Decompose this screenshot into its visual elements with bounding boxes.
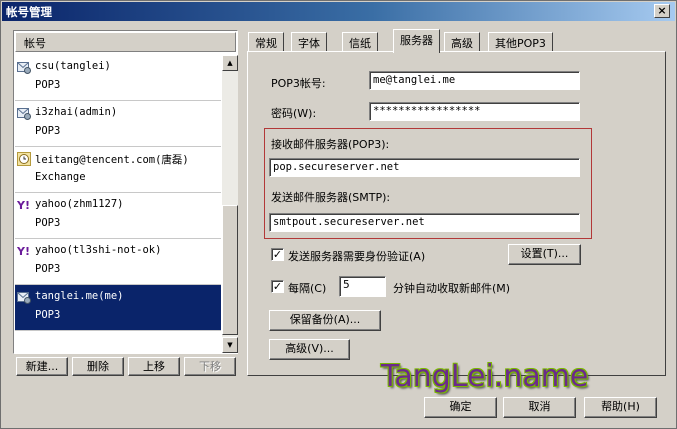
title-bar[interactable]: 帐号管理 × (2, 2, 675, 21)
check-mark-icon: ✓ (272, 248, 283, 261)
svg-text:Y!: Y! (17, 199, 30, 212)
auto-check-checkbox[interactable]: ✓ (271, 280, 284, 293)
move-up-button[interactable]: 上移 (128, 357, 180, 376)
account-list-panel: 帐号 csu(tanglei) POP3 i3zhai(admin) POP3 leit… (13, 30, 238, 354)
account-list-item[interactable]: leitang@tencent.com(唐磊) Exchange (15, 147, 221, 193)
window-title: 帐号管理 (6, 5, 52, 19)
account-type: POP3 (35, 309, 61, 321)
move-down-button[interactable]: 下移 (184, 357, 236, 376)
account-name: csu(tanglei) (35, 60, 111, 72)
account-type: Exchange (35, 171, 86, 183)
account-list: csu(tanglei) POP3 i3zhai(admin) POP3 leitang… (15, 55, 221, 353)
account-name: tanglei.me(me) (35, 290, 124, 302)
help-button[interactable]: 帮助(H) (584, 397, 657, 418)
exchange-clock-icon (17, 152, 31, 166)
account-type: POP3 (35, 125, 61, 137)
account-list-item[interactable]: i3zhai(admin) POP3 (15, 101, 221, 147)
keep-backup-button[interactable]: 保留备份(A)... (269, 310, 381, 331)
smtp-auth-checkbox[interactable]: ✓ (271, 248, 284, 261)
svg-text:Y!: Y! (17, 245, 30, 258)
account-name: i3zhai(admin) (35, 106, 118, 118)
account-list-item[interactable]: csu(tanglei) POP3 (15, 55, 221, 101)
yahoo-icon: Y! (16, 198, 31, 212)
cancel-button[interactable]: 取消 (503, 397, 576, 418)
new-account-button[interactable]: 新建... (16, 357, 68, 376)
outgoing-server-label: 发送邮件服务器(SMTP): (271, 191, 391, 204)
ok-button[interactable]: 确定 (424, 397, 497, 418)
tab-4[interactable]: 高级 (444, 32, 480, 51)
account-list-item[interactable]: tanglei.me(me) POP3 (15, 285, 221, 331)
account-list-scrollbar[interactable]: ▲ ▼ (222, 55, 238, 353)
account-list-item[interactable]: Y! yahoo(tl3shi-not-ok) POP3 (15, 239, 221, 285)
account-type: POP3 (35, 79, 61, 91)
password-label: 密码(W): (271, 107, 317, 120)
pop3-account-icon (17, 106, 31, 120)
every-label[interactable]: 每隔(C) (288, 280, 326, 296)
pop3-account-icon (17, 290, 31, 304)
tab-5[interactable]: 其他POP3 (488, 32, 553, 51)
tab-3[interactable]: 服务器 (393, 29, 440, 53)
advanced-button[interactable]: 高级(V)... (269, 339, 350, 360)
account-name: yahoo(zhm1127) (35, 198, 124, 210)
pop3-account-label: POP3帐号: (271, 77, 326, 90)
incoming-server-input[interactable]: pop.secureserver.net (269, 158, 580, 177)
tab-1[interactable]: 字体 (291, 32, 327, 51)
account-manager-window: 帐号管理 × 帐号 csu(tanglei) POP3 i3zhai(admin) P… (0, 0, 677, 429)
interval-minutes-input[interactable]: 5 (339, 276, 386, 297)
pop3-account-input[interactable]: me@tanglei.me (369, 71, 580, 90)
interval-suffix-label: 分钟自动收取新邮件(M) (393, 282, 511, 295)
watermark-text: TangLei.name (381, 359, 589, 394)
scroll-down-button[interactable]: ▼ (222, 337, 238, 353)
scroll-thumb[interactable] (222, 205, 238, 335)
account-name: yahoo(tl3shi-not-ok) (35, 244, 162, 256)
yahoo-icon: Y! (16, 244, 31, 258)
account-list-item[interactable]: Y! yahoo(zhm1127) POP3 (15, 193, 221, 239)
pop3-account-icon (17, 60, 31, 74)
scroll-up-button[interactable]: ▲ (222, 55, 238, 71)
outgoing-server-input[interactable]: smtpout.secureserver.net (269, 213, 580, 232)
check-mark-icon: ✓ (272, 280, 283, 293)
account-type: POP3 (35, 217, 61, 229)
delete-account-button[interactable]: 删除 (72, 357, 124, 376)
smtp-auth-label[interactable]: 发送服务器需要身份验证(A) (288, 248, 425, 264)
close-button[interactable]: × (654, 4, 670, 18)
incoming-server-label: 接收邮件服务器(POP3): (271, 138, 390, 151)
account-list-header[interactable]: 帐号 (15, 32, 236, 52)
tab-2[interactable]: 信纸 (342, 32, 378, 51)
account-name: leitang@tencent.com(唐磊) (35, 154, 189, 166)
settings-button[interactable]: 设置(T)... (508, 244, 581, 265)
account-type: POP3 (35, 263, 61, 275)
password-input[interactable]: ***************** (369, 102, 580, 121)
tab-0[interactable]: 常规 (248, 32, 284, 51)
